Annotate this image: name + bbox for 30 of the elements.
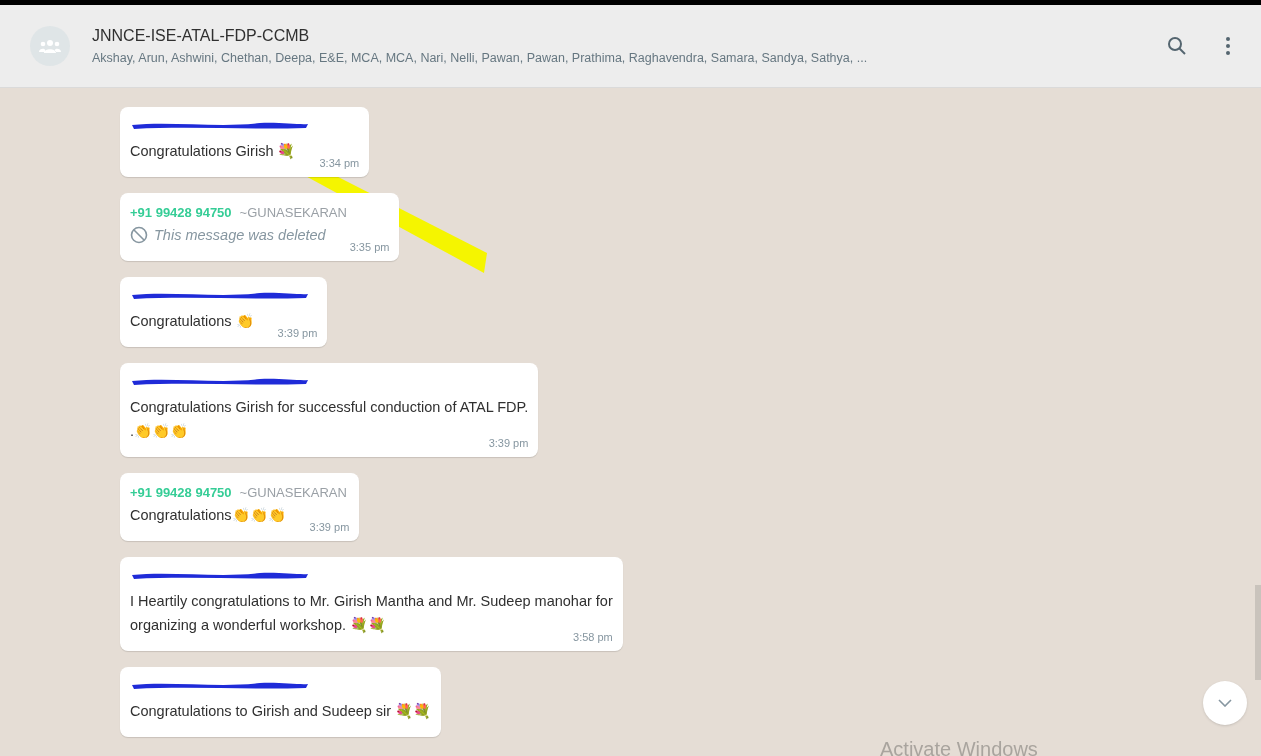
scroll-down-button[interactable] <box>1203 681 1247 725</box>
message-time: 3:34 pm <box>319 156 360 171</box>
system-watermark-text: Activate Windows <box>880 737 1038 756</box>
message-text: Congratulations Girish 💐 <box>130 142 296 161</box>
message-text: I Heartily congratulations to Mr. Girish Mantha and Mr. Sudeep manohar for <box>130 592 613 611</box>
message-text: Congratulations 👏 <box>130 312 254 331</box>
group-icon <box>39 39 61 53</box>
message-text: Congratulations👏👏👏 <box>130 506 286 525</box>
message-text: Congratulations Girish for successful conduction of ATAL FDP. <box>130 398 529 417</box>
sender-phone[interactable]: +91 99428 94750 <box>130 483 232 503</box>
message-time: 3:58 pm <box>573 630 613 645</box>
message-text: Congratulations to Girish and Sudeep sir 💐💐 <box>130 702 432 721</box>
message-time: 3:35 pm <box>349 240 390 255</box>
sender-phone[interactable]: +91 99428 94750 <box>130 203 232 223</box>
blocked-icon <box>130 226 148 244</box>
menu-icon[interactable] <box>1225 36 1231 56</box>
deleted-message-text: This message was deleted <box>154 226 326 245</box>
scrollbar-thumb[interactable] <box>1255 585 1261 680</box>
sender-name: ~GUNASEKARAN <box>239 204 347 222</box>
member-list: Akshay, Arun, Ashwini, Chethan, Deepa, E&E, MCA, MCA, Nari, Nelli, Pawan, Pawan, Prathima, Raghavendra, Samara, Sandya, Sathya, ... <box>92 48 1145 68</box>
message-text: .👏👏👏 <box>130 422 189 441</box>
message-time: 3:39 pm <box>309 520 350 535</box>
message-time: 3:39 pm <box>488 436 529 451</box>
group-avatar[interactable] <box>30 26 70 66</box>
message-text: organizing a wonderful workshop. 💐💐 <box>130 616 387 635</box>
sender-name: ~GUNASEKARAN <box>239 484 347 502</box>
chat-title: JNNCE-ISE-ATAL-FDP-CCMB <box>92 26 311 46</box>
chevron-down-icon <box>1218 699 1232 707</box>
search-icon[interactable] <box>1167 36 1187 56</box>
message-time: 3:39 pm <box>277 326 318 341</box>
